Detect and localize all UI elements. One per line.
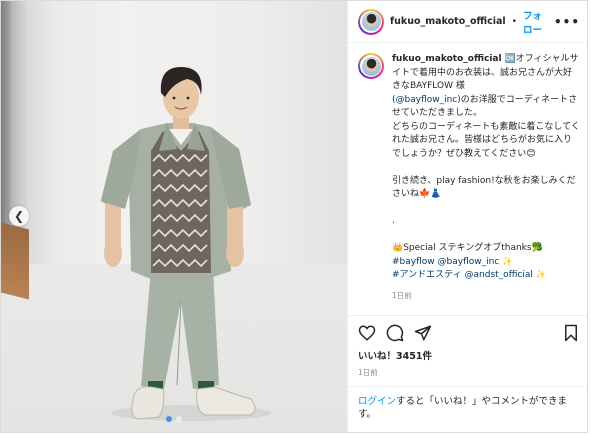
carousel-dot	[166, 416, 172, 422]
post-username[interactable]: fukuo_makoto_official	[390, 16, 506, 27]
more-options-button[interactable]: •••	[554, 15, 580, 29]
sparkle-emoji: ✨	[535, 270, 547, 280]
caption-timestamp: 1日前	[392, 290, 412, 300]
avatar[interactable]	[358, 8, 384, 35]
post-photo[interactable]: ❮	[1, 1, 347, 432]
carousel-prev-button[interactable]: ❮	[9, 206, 29, 226]
action-bar	[348, 315, 587, 346]
model-figure	[101, 67, 271, 421]
post-side-panel: fukuo_makoto_official • フォロー ••• fukuo_m…	[347, 1, 587, 432]
carousel-dots	[1, 416, 347, 422]
share-icon[interactable]	[414, 324, 432, 342]
hashtag-link[interactable]: #bayflow	[392, 257, 435, 267]
caption-line: 引き続き、play fashion!な秋をお楽しみくださいね🍁👗	[392, 175, 576, 200]
hashtag-link[interactable]: #アンドエスティ	[392, 270, 462, 280]
mention-link[interactable]: @andst_official	[465, 270, 533, 280]
caption-text: fukuo_makoto_official 🆗オフィシャルサイトで着用中のお衣装…	[392, 53, 580, 315]
header-separator: •	[511, 16, 517, 27]
heart-icon[interactable]	[358, 324, 376, 342]
mention-link[interactable]: @bayflow_inc	[438, 257, 500, 267]
chevron-left-icon: ❮	[13, 209, 25, 223]
likes-count[interactable]: いいね！3451件	[348, 346, 587, 364]
comment-icon[interactable]	[386, 324, 404, 342]
bookmark-icon[interactable]	[562, 324, 580, 342]
login-prompt: ログインすると「いいね！」やコメントができます。	[348, 386, 587, 432]
avatar[interactable]	[358, 53, 384, 79]
login-link[interactable]: ログイン	[358, 396, 396, 407]
post-window: ❮ fukuo_makoto_official • フォロー ••• fukuo…	[0, 0, 588, 433]
carousel-dot	[176, 416, 182, 422]
post-date: 1日前	[358, 368, 378, 377]
caption-area: fukuo_makoto_official 🆗オフィシャルサイトで着用中のお衣装…	[348, 43, 587, 315]
caption-line: 👑Special ステキングオブthanks🥦	[392, 243, 543, 253]
post-header: fukuo_makoto_official • フォロー •••	[348, 1, 587, 43]
sparkle-emoji: ✨	[502, 256, 513, 267]
caption-username[interactable]: fukuo_makoto_official	[392, 54, 502, 64]
mention-link[interactable]: (@bayflow_inc)	[392, 95, 461, 105]
follow-button[interactable]: フォロー	[523, 8, 548, 36]
caption-line: どちらのコーディネートも素敵に着こなしてくれた誠お兄さん。皆様はどちらがお気に入…	[392, 121, 580, 159]
caption-line: .	[392, 216, 395, 226]
